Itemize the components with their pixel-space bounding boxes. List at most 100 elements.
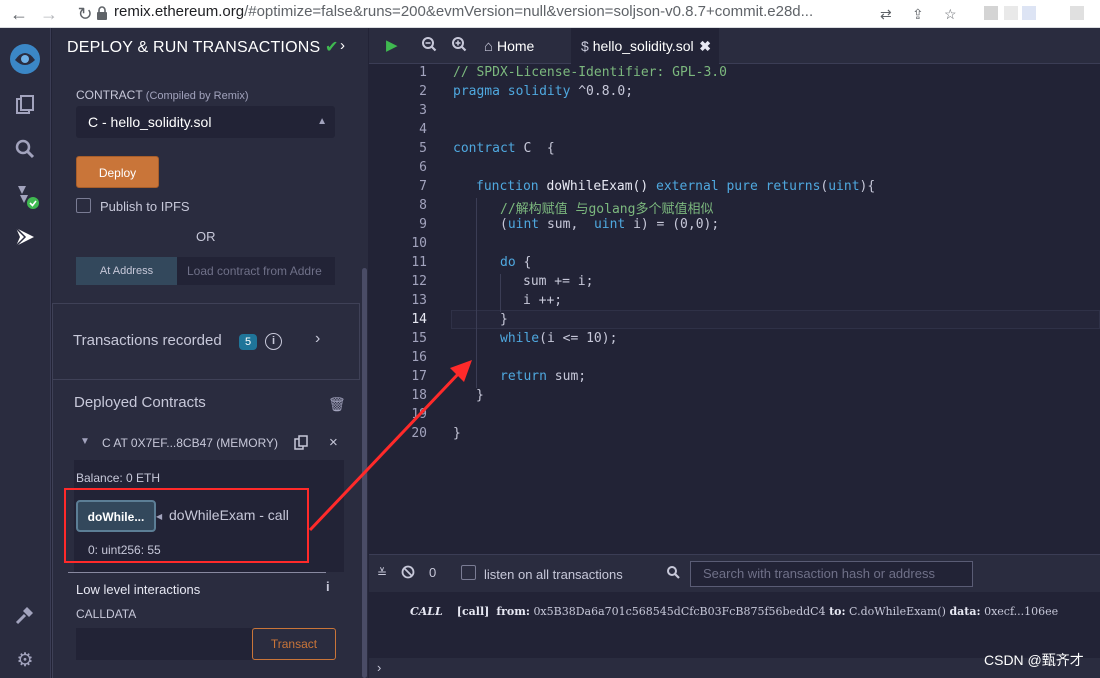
log-data-label: data: <box>949 605 981 618</box>
calldata-label: CALLDATA <box>76 607 137 621</box>
line-number: 5 <box>419 141 427 156</box>
line-number: 7 <box>419 179 427 194</box>
code-line: i ++; <box>523 293 563 308</box>
line-number: 9 <box>419 217 427 232</box>
extension-icon[interactable] <box>1004 6 1018 20</box>
deployed-contracts-label: Deployed Contracts <box>74 394 206 411</box>
address-bar[interactable]: remix.ethereum.org/#optimize=false&runs=… <box>114 1 874 23</box>
terminal-search-input[interactable]: Search with transaction hash or address <box>690 561 973 587</box>
low-level-label: Low level interactions <box>76 582 201 597</box>
pending-tx-count: 0 <box>429 565 437 580</box>
balance-label: Balance: 0 ETH <box>76 471 161 485</box>
code-line: do { <box>500 255 532 270</box>
icon-rail: ⚙ <box>0 28 51 678</box>
code-line: (uint sum, uint i) = (0,0); <box>500 217 720 232</box>
code-line: sum += i; <box>523 274 594 289</box>
line-number: 14 <box>411 312 427 327</box>
forward-arrow-icon[interactable]: → <box>38 4 60 24</box>
line-number: 11 <box>411 255 427 270</box>
search-icon <box>666 565 680 579</box>
tab-hello-solidity[interactable]: $ hello_solidity.sol ✖ <box>571 28 719 64</box>
at-address-button[interactable]: At Address <box>76 257 177 285</box>
chevron-right-icon[interactable]: › <box>315 330 320 348</box>
home-icon: ⌂ <box>484 38 494 55</box>
url-host: remix.ethereum.org <box>114 3 245 20</box>
reload-icon[interactable]: ↻ <box>74 4 96 24</box>
line-number: 12 <box>411 274 427 289</box>
line-number: 4 <box>419 122 427 137</box>
log-call-badge: CALL <box>410 605 443 618</box>
settings-gear-icon[interactable]: ⚙ <box>12 648 38 674</box>
contract-instance-label: C AT 0X7EF...8CB47 (MEMORY) <box>102 436 279 450</box>
code-line: // SPDX-License-Identifier: GPL-3.0 <box>453 65 727 80</box>
share-icon[interactable]: ⇪ <box>912 4 924 24</box>
panel-title: DEPLOY & RUN TRANSACTIONS ✔ <box>67 37 339 57</box>
log-tag: [call] <box>456 605 490 618</box>
lock-icon <box>96 5 108 25</box>
line-number: 10 <box>411 236 427 251</box>
log-data-value: 0xecf...106ee <box>984 605 1059 618</box>
translate-icon[interactable]: ⇄ <box>880 4 892 24</box>
deploy-run-icon[interactable] <box>12 226 38 252</box>
tab-file-label: hello_solidity.sol <box>592 38 694 54</box>
divider <box>68 572 326 573</box>
browser-bar: ← → ↻ remix.ethereum.org/#optimize=false… <box>0 0 1100 28</box>
contract-select-value: C - hello_solidity.sol <box>88 114 212 130</box>
code-line: function doWhileExam() external pure ret… <box>476 179 876 194</box>
extension-icon[interactable] <box>1070 6 1084 20</box>
at-address-input[interactable]: Load contract from Addre <box>177 257 335 285</box>
collapse-terminal-icon[interactable]: ≚ <box>377 566 387 580</box>
info-icon[interactable]: i <box>265 333 282 350</box>
panel-title-text: DEPLOY & RUN TRANSACTIONS <box>67 39 321 56</box>
compiler-icon[interactable] <box>12 182 39 209</box>
extension-icon[interactable] <box>1022 6 1036 20</box>
terminal-log-line[interactable]: CALL [call] from: 0x5B38Da6a701c568545dC… <box>410 605 1058 618</box>
tx-recorded-badge: 5 <box>239 334 257 350</box>
tab-home[interactable]: ⌂ Home <box>484 28 534 64</box>
zoom-out-icon[interactable] <box>421 36 437 58</box>
code-line: return sum; <box>500 369 587 384</box>
chevron-right-icon[interactable]: › <box>340 37 345 54</box>
info-icon[interactable]: i <box>326 579 330 594</box>
close-tab-icon[interactable]: ✖ <box>699 28 711 64</box>
log-from-label: from: <box>496 605 530 618</box>
code-line: contract C { <box>453 141 555 156</box>
line-number: 15 <box>411 331 427 346</box>
indent-guide <box>500 274 501 312</box>
zoom-in-icon[interactable] <box>451 36 467 58</box>
tx-recorded-label: Transactions recorded <box>73 332 222 349</box>
listen-all-checkbox[interactable] <box>461 565 476 580</box>
file-explorer-icon[interactable] <box>12 94 38 120</box>
line-number: 3 <box>419 103 427 118</box>
clear-console-icon[interactable] <box>401 565 415 579</box>
plugin-manager-icon[interactable] <box>12 604 38 630</box>
line-number: 2 <box>419 84 427 99</box>
search-icon[interactable] <box>12 138 38 164</box>
chevron-down-icon[interactable]: ▼ <box>80 436 90 447</box>
line-number: 1 <box>419 65 427 80</box>
star-icon[interactable]: ☆ <box>944 4 957 24</box>
watermark: CSDN @甄齐才 <box>984 652 1084 668</box>
publish-ipfs-checkbox[interactable] <box>76 198 91 213</box>
terminal-toolbar: ≚ 0 listen on all transactions Search wi… <box>369 554 1100 592</box>
annotation-arrow <box>308 360 472 532</box>
code-line: } <box>500 312 508 327</box>
url-rest: /#optimize=false&runs=200&evmVersion=nul… <box>244 3 814 20</box>
line-number: 8 <box>419 198 427 213</box>
app-root: ← → ↻ remix.ethereum.org/#optimize=false… <box>0 0 1100 678</box>
back-arrow-icon[interactable]: ← <box>8 4 30 24</box>
log-from-address: 0x5B38Da6a701c568545dCfcB03FcB875f56bedd… <box>533 605 826 618</box>
calldata-input[interactable] <box>76 628 252 660</box>
line-number: 6 <box>419 160 427 175</box>
editor-tab-bar: ▶ ⌂ Home $ hello_solidity.sol ✖ <box>369 28 1100 64</box>
run-play-icon[interactable]: ▶ <box>386 36 398 56</box>
code-line: //解构赋值 与golang多个赋值相似 <box>500 202 714 217</box>
deploy-button[interactable]: Deploy <box>76 156 159 188</box>
extension-icon[interactable] <box>984 6 998 20</box>
transact-button[interactable]: Transact <box>252 628 336 660</box>
current-line-highlight <box>451 310 1100 329</box>
contract-select[interactable]: C - hello_solidity.sol ▲ <box>76 106 335 138</box>
log-to-value: C.doWhileExam() <box>849 605 946 618</box>
annotation-arrow-shaft <box>308 370 462 532</box>
remix-logo-icon[interactable] <box>6 40 44 78</box>
